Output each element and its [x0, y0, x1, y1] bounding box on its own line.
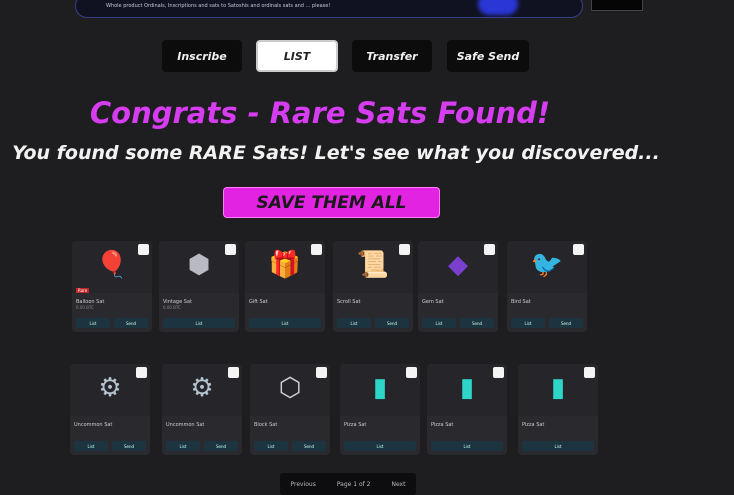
pagination: Previous Page 1 of 2 Next [280, 473, 416, 495]
card-actions: List [522, 441, 594, 451]
send-button[interactable]: Send [112, 441, 146, 451]
sat-art-icon: ▮ [550, 373, 566, 403]
list-button[interactable]: List [166, 441, 200, 451]
select-checkbox[interactable] [136, 367, 147, 378]
list-button[interactable]: List [249, 318, 321, 328]
card-actions: List [163, 318, 235, 328]
tab-bar: Inscribe LIST Transfer Safe Send [0, 40, 734, 72]
select-checkbox[interactable] [138, 244, 149, 255]
card-actions: List Send [74, 441, 146, 451]
select-checkbox[interactable] [228, 367, 239, 378]
send-button[interactable]: Send [375, 318, 409, 328]
tab-inscribe[interactable]: Inscribe [162, 40, 242, 72]
list-button[interactable]: List [422, 318, 456, 328]
topbar-input[interactable] [591, 0, 643, 11]
card-actions: List Send [254, 441, 326, 451]
sat-card[interactable]: ▮ Pizza Sat List [518, 364, 598, 455]
topbar-message: Whole product Ordinals, Inscriptions and… [106, 3, 331, 9]
sat-card[interactable]: ⬡ Block Sat List Send [250, 364, 330, 455]
sat-art-icon: 🎁 [268, 250, 302, 280]
sat-card[interactable]: ⚙ Uncommon Sat List Send [162, 364, 242, 455]
sat-name: Block Sat [254, 422, 278, 428]
sat-name: Scroll Sat [337, 299, 361, 305]
card-actions: List Send [422, 318, 494, 328]
tab-list[interactable]: LIST [256, 40, 338, 72]
sat-card[interactable]: 📜 Scroll Sat List Send [333, 241, 413, 332]
sat-name: Uncommon Sat [166, 422, 205, 428]
select-checkbox[interactable] [493, 367, 504, 378]
select-checkbox[interactable] [406, 367, 417, 378]
page-subtitle: You found some RARE Sats! Let's see what… [12, 142, 660, 164]
select-checkbox[interactable] [399, 244, 410, 255]
sat-art-icon: ⬡ [278, 373, 302, 403]
select-checkbox[interactable] [311, 244, 322, 255]
select-checkbox[interactable] [316, 367, 327, 378]
select-checkbox[interactable] [225, 244, 236, 255]
sat-art-icon: ▮ [372, 373, 388, 403]
sat-art-icon: ⬢ [187, 250, 211, 280]
list-button[interactable]: List [74, 441, 108, 451]
sat-art-icon: 🎈 [95, 250, 129, 280]
page-title: Congrats - Rare Sats Found! [89, 96, 551, 130]
sat-name: Pizza Sat [344, 422, 367, 428]
sat-art-icon: ⚙ [98, 373, 122, 403]
select-checkbox[interactable] [484, 244, 495, 255]
sat-name: Pizza Sat [431, 422, 454, 428]
select-checkbox[interactable] [573, 244, 584, 255]
list-button[interactable]: List [344, 441, 416, 451]
sat-card[interactable]: 🎁 Gift Sat List [245, 241, 325, 332]
sat-card[interactable]: ▮ Pizza Sat List [340, 364, 420, 455]
card-actions: List Send [337, 318, 409, 328]
sat-price: 0.00 BTC [163, 305, 181, 310]
card-actions: List Send [511, 318, 583, 328]
send-button[interactable]: Send [114, 318, 148, 328]
card-actions: List Send [166, 441, 238, 451]
send-button[interactable]: Send [292, 441, 326, 451]
sat-name: Gift Sat [249, 299, 268, 305]
sat-name: Bird Sat [511, 299, 531, 305]
send-button[interactable]: Send [204, 441, 238, 451]
sat-card[interactable]: 🐦 Bird Sat List Send [507, 241, 587, 332]
rarity-badge: Rare [76, 288, 90, 293]
sat-card[interactable]: 🎈 Rare Balloon Sat 0.00 BTC List Send [72, 241, 152, 332]
sat-card[interactable]: ⚙ Uncommon Sat List Send [70, 364, 150, 455]
card-actions: List [249, 318, 321, 328]
list-button[interactable]: List [511, 318, 545, 328]
list-button[interactable]: List [431, 441, 503, 451]
card-actions: List [344, 441, 416, 451]
page-indicator: Page 1 of 2 [336, 480, 371, 488]
card-actions: List [431, 441, 503, 451]
sat-name: Pizza Sat [522, 422, 545, 428]
cursor-highlight [478, 0, 518, 15]
list-button[interactable]: List [163, 318, 235, 328]
list-button[interactable]: List [254, 441, 288, 451]
sat-card[interactable]: ⬢ Vintage Sat 0.00 BTC List [159, 241, 239, 332]
tab-transfer[interactable]: Transfer [352, 40, 432, 72]
top-search-bar[interactable]: Whole product Ordinals, Inscriptions and… [75, 0, 643, 18]
select-checkbox[interactable] [584, 367, 595, 378]
sat-name: Uncommon Sat [74, 422, 113, 428]
sat-art-icon: ◆ [448, 250, 468, 280]
sat-art-icon: 📜 [356, 250, 390, 280]
save-all-button[interactable]: SAVE THEM ALL [223, 187, 440, 218]
card-actions: List Send [76, 318, 148, 328]
sat-art-icon: ▮ [459, 373, 475, 403]
sat-art-icon: ⚙ [190, 373, 214, 403]
next-page-button[interactable]: Next [391, 481, 405, 488]
sat-card[interactable]: ◆ Gem Sat List Send [418, 241, 498, 332]
send-button[interactable]: Send [460, 318, 494, 328]
tab-safe-send[interactable]: Safe Send [447, 40, 529, 72]
send-button[interactable]: Send [549, 318, 583, 328]
list-button[interactable]: List [76, 318, 110, 328]
sat-name: Gem Sat [422, 299, 444, 305]
list-button[interactable]: List [522, 441, 594, 451]
list-button[interactable]: List [337, 318, 371, 328]
sat-card[interactable]: ▮ Pizza Sat List [427, 364, 507, 455]
prev-page-button[interactable]: Previous [290, 481, 315, 488]
sat-price: 0.00 BTC [76, 305, 94, 310]
sat-art-icon: 🐦 [530, 250, 564, 280]
